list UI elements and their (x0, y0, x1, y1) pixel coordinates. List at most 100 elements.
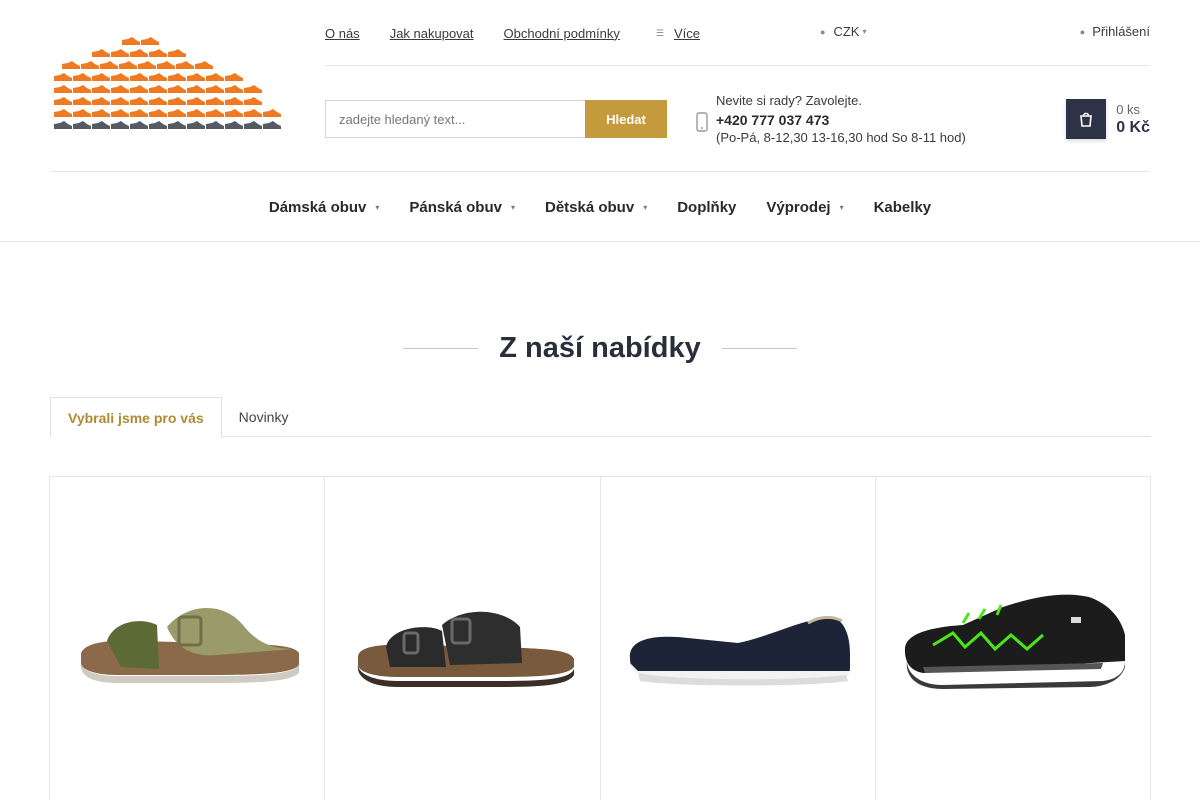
nav-item-doplnky[interactable]: Doplňky (677, 199, 736, 216)
logo-shoe-mark (176, 61, 194, 69)
cart-quantity: 0 ks (1116, 102, 1141, 117)
product-image-olive-sandal[interactable] (67, 577, 307, 707)
tab-novinky[interactable]: Novinky (222, 397, 306, 437)
cart-button[interactable] (1066, 99, 1107, 139)
logo-shoe-mark (206, 73, 224, 81)
nav-item-detska-obuv[interactable]: Dětská obuv ▾ (545, 199, 647, 216)
logo-shoe-mark (130, 109, 148, 117)
more-link[interactable]: Více (674, 26, 700, 41)
chevron-down-icon: ▾ (862, 27, 867, 36)
logo-shoe-mark (206, 121, 224, 129)
main-nav: Dámská obuv ▾ Pánská obuv ▾ Dětská obuv … (0, 196, 1200, 218)
logo-shoe-mark (111, 121, 129, 129)
logo-shoe-mark (206, 97, 224, 105)
logo-shoe-mark (111, 49, 129, 57)
nav-item-label: Doplňky (677, 198, 737, 216)
top-link-o-nas[interactable]: O nás (325, 26, 360, 41)
logo-shoe-mark (130, 85, 148, 93)
logo-shoe-mark (92, 73, 110, 81)
product-card[interactable] (601, 477, 876, 800)
nav-item-label: Dámská obuv (268, 198, 367, 216)
site-logo[interactable] (52, 34, 284, 138)
cart-price: 0 Kč (1116, 119, 1150, 136)
logo-shoe-mark (168, 97, 186, 105)
login-link[interactable]: ● Přihlášení (1080, 24, 1150, 39)
nav-item-label: Výprodej (766, 198, 831, 216)
chevron-down-icon: ▾ (375, 202, 380, 212)
currency-selector[interactable]: ● CZK ▾ (820, 24, 866, 39)
logo-shoe-mark (81, 61, 99, 69)
logo-shoe-mark (100, 61, 118, 69)
logo-shoe-mark (73, 85, 91, 93)
logo-shoe-mark (244, 109, 262, 117)
logo-shoe-mark (195, 61, 213, 69)
logo-shoe-mark (130, 49, 148, 57)
nav-item-label: Kabelky (873, 198, 932, 216)
logo-shoe-mark (168, 109, 186, 117)
nav-item-label: Dětská obuv (544, 198, 635, 216)
title-line-left (403, 347, 479, 349)
logo-shoe-mark (225, 109, 243, 117)
nav-item-vyprodej[interactable]: Výprodej ▾ (766, 199, 843, 216)
logo-shoe-mark (149, 109, 167, 117)
logo-shoe-mark (263, 109, 281, 117)
logo-shoe-mark (73, 109, 91, 117)
more-menu[interactable]: ☰ Více (656, 26, 700, 41)
currency-label: CZK (833, 24, 860, 39)
logo-shoe-mark (168, 49, 186, 57)
logo-shoe-mark (187, 109, 205, 117)
product-card[interactable] (325, 477, 601, 800)
logo-shoe-mark (122, 37, 140, 45)
contact-phone[interactable]: +420 777 037 473 (716, 111, 966, 130)
chevron-down-icon: ▾ (643, 202, 648, 212)
logo-shoe-mark (54, 109, 72, 117)
logo-shoe-mark (62, 61, 80, 69)
search-button[interactable]: Hledat (585, 100, 667, 138)
nav-item-damska-obuv[interactable]: Dámská obuv ▾ (269, 199, 380, 216)
logo-shoe-mark (244, 121, 262, 129)
logo-shoe-mark (206, 109, 224, 117)
logo-shoe-mark (206, 85, 224, 93)
logo-shoe-mark (54, 73, 72, 81)
logo-shoe-mark (141, 37, 159, 45)
cart-icon (1080, 112, 1093, 127)
product-card[interactable] (876, 477, 1151, 800)
logo-shoe-mark (111, 97, 129, 105)
logo-shoe-mark (54, 97, 72, 105)
logo-shoe-mark (168, 73, 186, 81)
logo-shoe-mark (149, 97, 167, 105)
logo-shoe-mark (149, 49, 167, 57)
top-link-obchodni-podminky[interactable]: Obchodní podmínky (504, 26, 620, 41)
search-input[interactable] (325, 100, 585, 138)
nav-top-divider (50, 171, 1150, 172)
product-card[interactable] (50, 477, 326, 800)
product-image-navy-sneaker[interactable] (618, 577, 858, 707)
user-icon: ● (1079, 26, 1086, 37)
logo-shoe-mark (130, 97, 148, 105)
logo-shoe-mark (157, 61, 175, 69)
logo-shoe-mark (111, 109, 129, 117)
logo-shoe-mark (225, 85, 243, 93)
logo-shoe-mark (225, 73, 243, 81)
logo-shoe-mark (225, 121, 243, 129)
logo-shoe-mark (92, 85, 110, 93)
nav-item-kabelky[interactable]: Kabelky (874, 199, 932, 216)
logo-shoe-mark (263, 121, 281, 129)
top-link-jak-nakupovat[interactable]: Jak nakupovat (390, 26, 474, 41)
logo-shoe-mark (244, 85, 262, 93)
cart-widget[interactable]: 0 ks 0 Kč (1066, 99, 1150, 139)
logo-shoe-mark (92, 97, 110, 105)
product-image-black-sandal[interactable] (342, 577, 582, 707)
tab-vybrali-jsme-pro-vas[interactable]: Vybrali jsme pro vás (50, 397, 222, 438)
chevron-down-icon: ▾ (510, 202, 515, 212)
phone-icon (696, 112, 708, 132)
coin-icon: ● (820, 26, 826, 37)
nav-item-panska-obuv[interactable]: Pánská obuv ▾ (409, 199, 515, 216)
contact-hours: (Po-Pá, 8-12,30 13-16,30 hod So 8-11 hod… (716, 130, 966, 145)
logo-shoe-mark (92, 121, 110, 129)
logo-shoe-mark (111, 85, 129, 93)
product-image-green-sneaker[interactable] (893, 577, 1133, 707)
logo-shoe-mark (244, 97, 262, 105)
chevron-down-icon: ▾ (839, 202, 844, 212)
nav-item-label: Pánská obuv (409, 198, 502, 216)
